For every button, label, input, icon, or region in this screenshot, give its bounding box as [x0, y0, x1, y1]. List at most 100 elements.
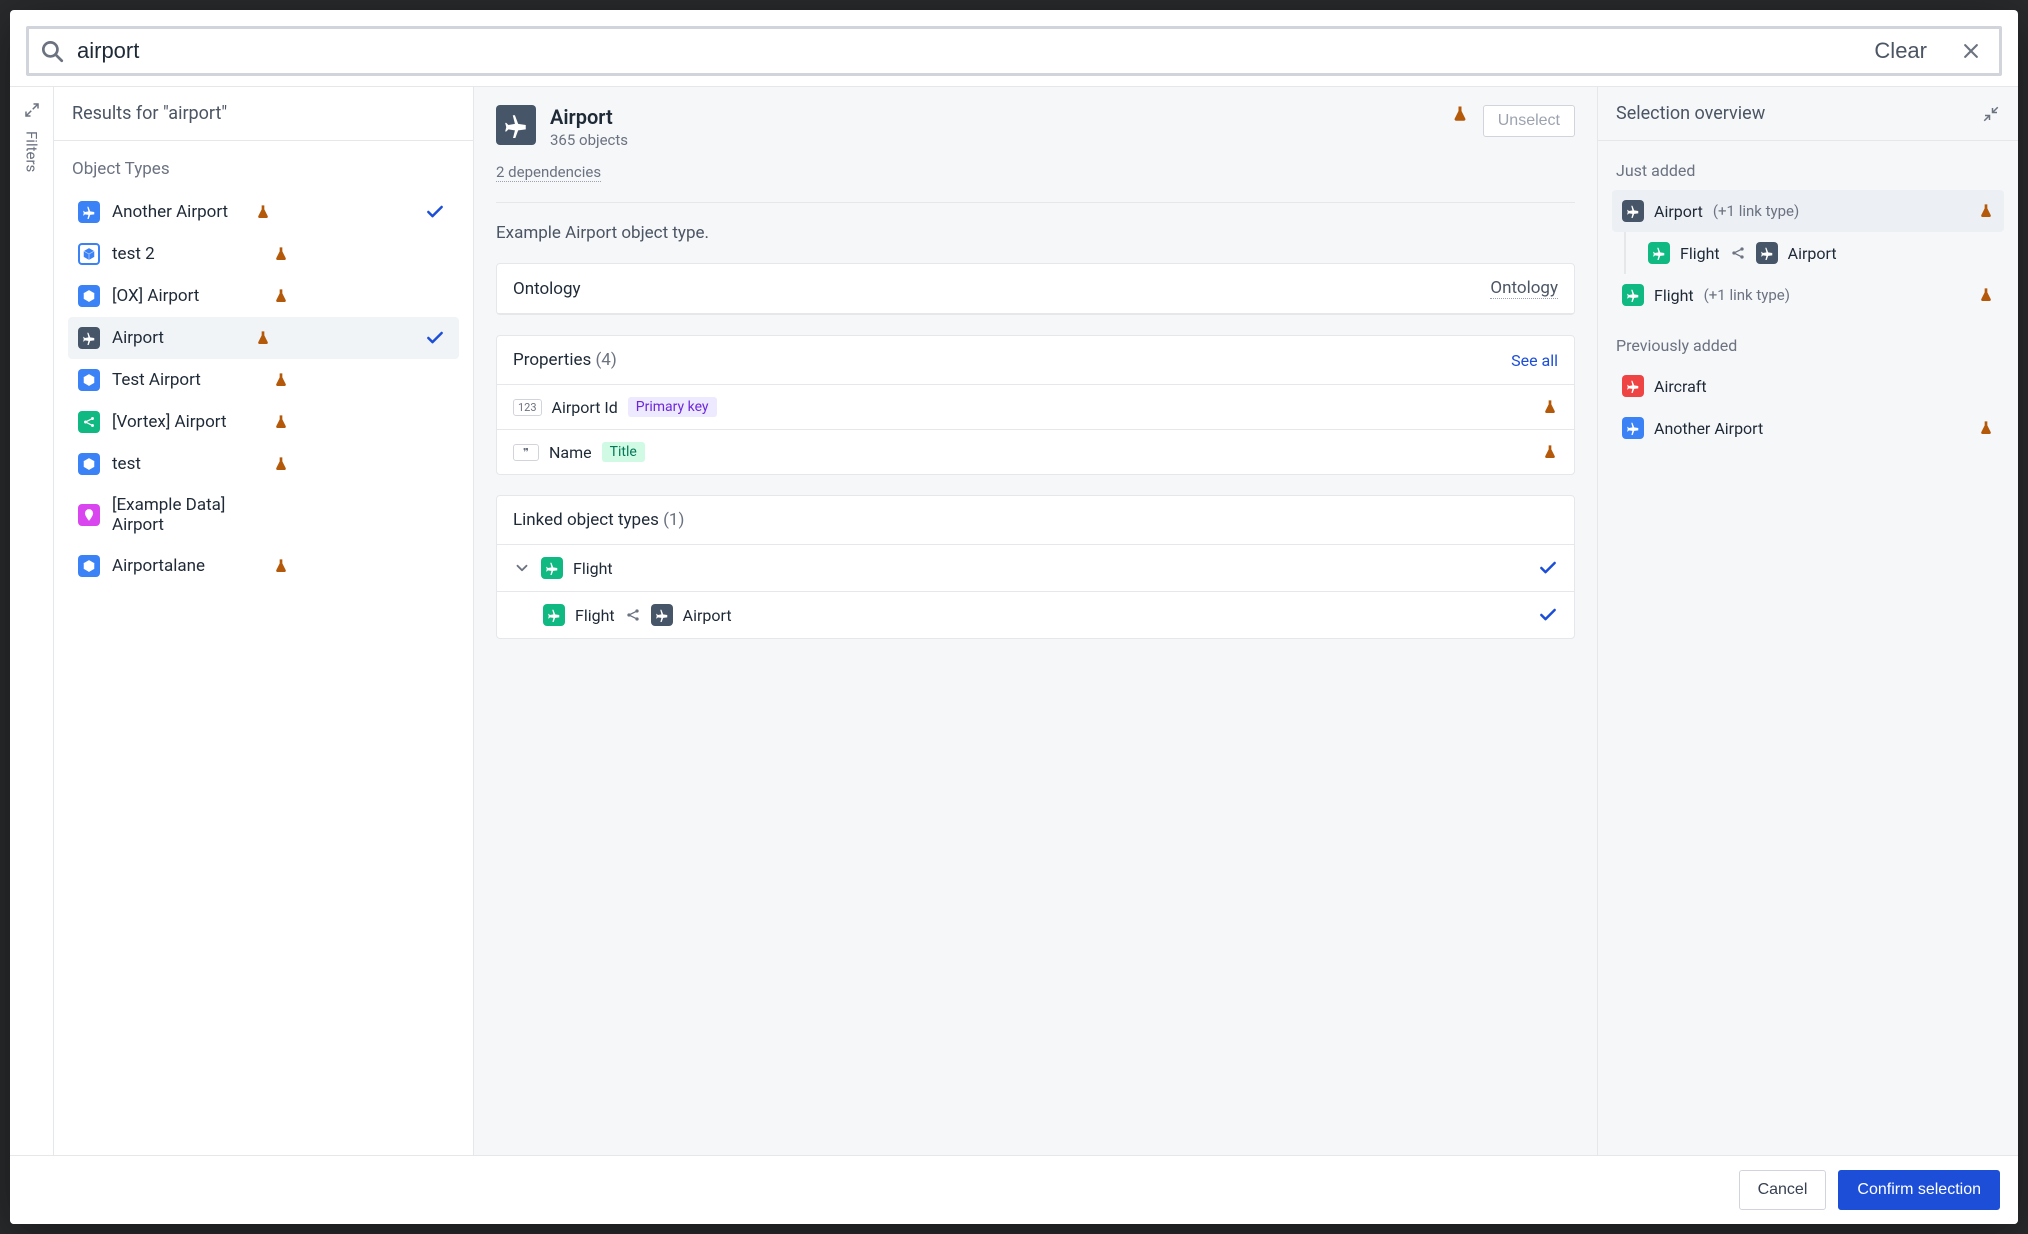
result-row[interactable]: test 2	[68, 233, 459, 275]
flask-icon	[1542, 399, 1558, 415]
linked-child-b: Airport	[683, 606, 732, 625]
expand-filters-icon[interactable]	[23, 101, 41, 119]
result-row[interactable]: Another Airport	[68, 191, 459, 233]
result-row[interactable]: Airport	[68, 317, 459, 359]
flask-icon	[273, 372, 289, 388]
selection-label: Aircraft	[1654, 377, 1707, 396]
filters-rail: Filters	[10, 87, 54, 1155]
result-label: Another Airport	[112, 202, 243, 222]
linked-child-row[interactable]: Flight Airport	[497, 592, 1574, 638]
link-icon	[625, 607, 641, 623]
chevron-down-icon[interactable]	[513, 559, 531, 577]
ontology-label: Ontology	[513, 279, 581, 299]
search-input[interactable]	[75, 37, 1854, 65]
properties-count: (4)	[595, 350, 616, 370]
confirm-button[interactable]: Confirm selection	[1838, 1170, 2000, 1210]
plane-icon	[1622, 284, 1644, 306]
cube-icon	[78, 369, 100, 391]
linked-label: Linked object types	[513, 510, 659, 530]
result-row[interactable]: [OX] Airport	[68, 275, 459, 317]
selection-meta: (+1 link type)	[1704, 286, 1790, 304]
selection-row[interactable]: Aircraft	[1612, 365, 2004, 407]
linked-child-a: Flight	[575, 606, 615, 625]
plane-icon	[1648, 242, 1670, 264]
ontology-card: Ontology Ontology	[496, 263, 1575, 315]
result-row[interactable]: Airportalane	[68, 545, 459, 587]
pin-icon	[78, 504, 100, 526]
flask-icon	[1978, 420, 1994, 436]
plane-icon	[78, 201, 100, 223]
flask-icon	[1978, 203, 1994, 219]
dialog-footer: Cancel Confirm selection	[10, 1155, 2018, 1224]
check-icon	[1538, 558, 1558, 578]
property-name: Airport Id	[552, 398, 618, 417]
results-header: Results for "airport"	[54, 87, 473, 141]
detail-icon	[496, 105, 536, 145]
result-label: [Vortex] Airport	[112, 412, 261, 432]
result-label: test 2	[112, 244, 261, 264]
result-label: Airportalane	[112, 556, 261, 576]
result-label: test	[112, 454, 261, 474]
collapse-icon[interactable]	[1982, 105, 2000, 123]
properties-card: Properties (4) See all 123Airport IdPrim…	[496, 335, 1575, 475]
result-row[interactable]: [Vortex] Airport	[68, 401, 459, 443]
share-icon	[78, 411, 100, 433]
property-tag: Title	[602, 442, 645, 462]
search-wrap: Clear	[26, 26, 2002, 76]
dependencies-link[interactable]: 2 dependencies	[496, 163, 601, 182]
cube-icon	[78, 285, 100, 307]
selection-child-a: Flight	[1680, 244, 1720, 263]
see-all-link[interactable]: See all	[1511, 351, 1558, 370]
flask-icon	[273, 456, 289, 472]
plane-icon	[1622, 200, 1644, 222]
flask-icon	[1978, 287, 1994, 303]
result-row[interactable]: [Example Data] Airport	[68, 485, 459, 545]
dialog-body: Filters Results for "airport" Object Typ…	[10, 86, 2018, 1155]
close-button[interactable]	[1947, 41, 1989, 61]
object-picker-dialog: Clear Filters Results for "airport" Obje…	[10, 10, 2018, 1224]
selection-row[interactable]: Airport(+1 link type)	[1612, 190, 2004, 232]
search-row: Clear	[10, 10, 2018, 86]
type-chip: 123	[513, 399, 542, 416]
selection-row[interactable]: Another Airport	[1612, 407, 2004, 449]
unselect-button[interactable]: Unselect	[1483, 105, 1575, 137]
clear-button[interactable]: Clear	[1864, 38, 1937, 64]
ontology-value[interactable]: Ontology	[1490, 278, 1558, 299]
flask-icon	[1542, 444, 1558, 460]
property-row[interactable]: 123 Airport Id Primary key	[497, 385, 1574, 430]
previously-added-label: Previously added	[1616, 336, 2000, 355]
selection-label: Another Airport	[1654, 419, 1763, 438]
detail-description: Example Airport object type.	[496, 223, 1575, 243]
result-label: Test Airport	[112, 370, 261, 390]
linked-parent-row[interactable]: Flight	[497, 545, 1574, 592]
selection-meta: (+1 link type)	[1713, 202, 1799, 220]
close-icon	[1961, 41, 1981, 61]
flask-icon	[255, 204, 271, 220]
selection-child-row[interactable]: Flight Airport	[1638, 232, 2004, 274]
result-row[interactable]: test	[68, 443, 459, 485]
selection-child-b: Airport	[1788, 244, 1837, 263]
cube-icon	[78, 243, 100, 265]
filters-label: Filters	[23, 131, 41, 172]
just-added-label: Just added	[1616, 161, 2000, 180]
plane-icon	[1756, 242, 1778, 264]
result-label: Airport	[112, 328, 243, 348]
flask-icon	[273, 414, 289, 430]
plane-icon	[541, 557, 563, 579]
check-icon	[425, 202, 449, 222]
cancel-button[interactable]: Cancel	[1739, 1170, 1827, 1210]
flask-icon	[273, 246, 289, 262]
results-panel: Results for "airport" Object Types Anoth…	[54, 87, 474, 1155]
flask-icon	[1451, 105, 1469, 123]
plane-icon	[1622, 375, 1644, 397]
plane-icon	[78, 327, 100, 349]
flask-icon	[255, 330, 271, 346]
selection-row[interactable]: Flight(+1 link type)	[1612, 274, 2004, 316]
check-icon	[425, 328, 449, 348]
cube-icon	[78, 453, 100, 475]
property-row[interactable]: ❞NameTitle	[497, 430, 1574, 474]
flask-icon	[273, 288, 289, 304]
property-tag: Primary key	[628, 397, 717, 417]
linked-parent-label: Flight	[573, 559, 613, 578]
result-row[interactable]: Test Airport	[68, 359, 459, 401]
